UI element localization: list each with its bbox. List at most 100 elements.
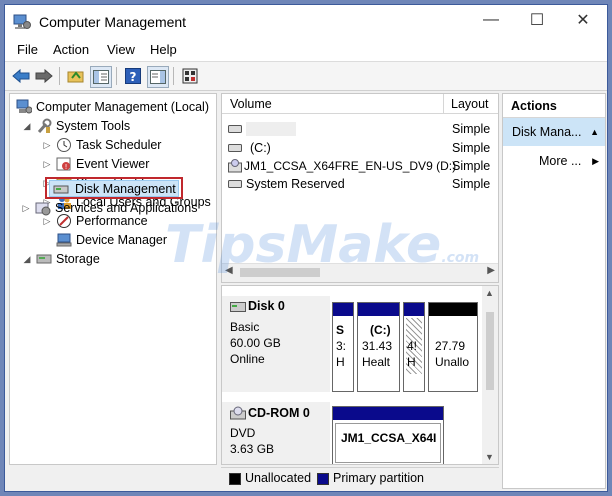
partition-label <box>435 322 477 338</box>
forward-arrow-icon <box>35 69 53 83</box>
vertical-scrollbar[interactable]: ▲ ▼ <box>482 286 498 464</box>
properties-button[interactable] <box>180 66 200 86</box>
dvd-drive-icon <box>228 159 242 173</box>
primary-partition-bar <box>404 303 424 316</box>
disk0-size: 60.00 GB <box>230 336 281 350</box>
storage-icon <box>36 254 52 264</box>
table-row[interactable]: JM1_CCSA_X64FRE_EN-US_DV9 (D:) Simple <box>222 157 498 175</box>
scroll-left-icon[interactable]: ◀ <box>225 265 233 276</box>
volume-icon <box>228 180 242 188</box>
system-tools-icon <box>37 118 52 133</box>
partition-dvd[interactable]: JM1_CCSA_X64I <box>332 406 444 464</box>
close-button[interactable]: ✕ <box>560 5 606 35</box>
back-arrow-icon <box>12 69 30 83</box>
partition-status: H <box>336 355 345 369</box>
partition-status: Unallo <box>435 355 470 369</box>
tree-label: Storage <box>56 252 100 266</box>
app-window: Computer Management — ☐ ✕ File Action Vi… <box>4 4 608 492</box>
expanded-chevron-icon[interactable]: ◢ <box>22 117 32 135</box>
partition-size: 27.79 <box>435 339 466 353</box>
show-hide-action-pane-button[interactable] <box>147 66 169 88</box>
action-pane-icon <box>150 70 166 84</box>
toolbar-separator <box>116 67 117 85</box>
toolbar: ? <box>5 62 607 91</box>
menu-action[interactable]: Action <box>53 42 89 57</box>
help-button[interactable]: ? <box>123 66 143 86</box>
primary-partition-swatch <box>317 473 329 485</box>
volume-icon <box>228 125 242 133</box>
scrollbar-thumb[interactable] <box>240 268 320 277</box>
horizontal-scrollbar[interactable]: ◀ ▶ <box>222 263 498 282</box>
column-header-volume[interactable]: Volume <box>222 94 444 114</box>
submenu-arrow-icon: ▶ <box>592 156 599 166</box>
partition-label <box>407 322 423 338</box>
up-folder-button[interactable] <box>66 66 86 86</box>
scroll-down-icon[interactable]: ▼ <box>485 452 494 462</box>
action-more[interactable]: More ... ▶ <box>503 150 605 172</box>
collapsed-chevron-icon[interactable]: ▷ <box>42 136 52 154</box>
minimize-button[interactable]: — <box>468 5 514 35</box>
partition-recovery[interactable]: 4! H <box>403 302 425 392</box>
table-row[interactable]: System Reserved Simple <box>222 175 498 193</box>
tree-label: Services and Applications <box>55 201 198 215</box>
primary-partition-bar <box>333 407 443 420</box>
volume-layout: Simple <box>452 122 491 136</box>
expanded-chevron-icon[interactable]: ◢ <box>22 250 32 268</box>
collapsed-chevron-icon[interactable]: ▷ <box>21 199 31 217</box>
scroll-up-icon[interactable]: ▲ <box>485 288 494 298</box>
menu-view[interactable]: View <box>107 42 135 57</box>
disk0-type: Basic <box>230 320 260 334</box>
primary-partition-bar <box>358 303 399 316</box>
partition-system-reserved[interactable]: S 3: H <box>332 302 354 392</box>
partition-size: 31.43 <box>362 339 393 353</box>
action-more-label: More ... <box>539 154 582 168</box>
partition-c[interactable]: (C:) 31.43 Healt <box>357 302 400 392</box>
disk-icon <box>230 302 246 312</box>
svg-text:!: ! <box>65 163 68 171</box>
forward-button[interactable] <box>34 66 54 86</box>
collapsed-chevron-icon[interactable]: ▷ <box>42 155 52 173</box>
partition-label: (C:) <box>370 323 391 337</box>
disk0-info-panel[interactable]: Disk 0 Basic 60.00 GB Online <box>222 296 330 392</box>
table-row[interactable]: Simple <box>222 120 498 138</box>
volume-name: JM1_CCSA_X64FRE_EN-US_DV9 (D:) <box>244 159 457 173</box>
menu-file[interactable]: File <box>17 42 38 57</box>
partition-unallocated[interactable]: 27.79 Unallo <box>428 302 478 392</box>
volume-layout: Simple <box>452 141 491 155</box>
back-button[interactable] <box>11 66 31 86</box>
disk-graphical-view: Disk 0 Basic 60.00 GB Online S 3: H (C:)… <box>221 285 499 465</box>
close-icon: ✕ <box>576 12 590 29</box>
collapse-up-icon[interactable]: ▲ <box>590 118 599 146</box>
table-row[interactable]: (C:) Simple <box>222 139 498 157</box>
volume-name-blurred <box>246 122 296 136</box>
action-group-disk-management[interactable]: Disk Mana... ▲ <box>503 118 605 146</box>
menu-help[interactable]: Help <box>150 42 177 57</box>
volume-name: (C:) <box>250 141 271 155</box>
scroll-right-icon[interactable]: ▶ <box>487 265 495 276</box>
dvd-volume-label: JM1_CCSA_X64I <box>341 431 437 445</box>
action-group-label: Disk Mana... <box>512 125 582 139</box>
volume-name: System Reserved <box>246 177 345 191</box>
cdrom0-size: 3.63 GB <box>230 442 275 456</box>
minimize-icon: — <box>483 11 499 28</box>
show-hide-console-tree-button[interactable] <box>90 66 112 88</box>
tree-label: System Tools <box>56 119 131 133</box>
maximize-icon: ☐ <box>529 12 545 29</box>
console-tree: Computer Management (Local) ◢ System Too… <box>9 93 217 465</box>
partition-label: S <box>336 323 345 337</box>
tree-label: Device Manager <box>76 233 168 247</box>
computer-management-icon <box>13 14 31 29</box>
tree-label: Task Scheduler <box>76 138 162 152</box>
maximize-button[interactable]: ☐ <box>514 5 560 35</box>
cdrom0-info-panel[interactable]: CD-ROM 0 DVD 3.63 GB <box>222 402 330 464</box>
scrollbar-thumb[interactable] <box>486 312 494 390</box>
svg-text:?: ? <box>130 70 137 84</box>
volume-layout: Simple <box>452 177 491 191</box>
disk0-status: Online <box>230 352 265 366</box>
column-header-layout[interactable]: Layout <box>444 94 498 114</box>
actions-pane: Actions Disk Mana... ▲ More ... ▶ <box>502 93 606 489</box>
computer-management-icon <box>16 99 32 114</box>
unallocated-bar <box>429 303 477 316</box>
primary-partition-bar <box>333 303 353 316</box>
services-icon <box>35 202 51 216</box>
